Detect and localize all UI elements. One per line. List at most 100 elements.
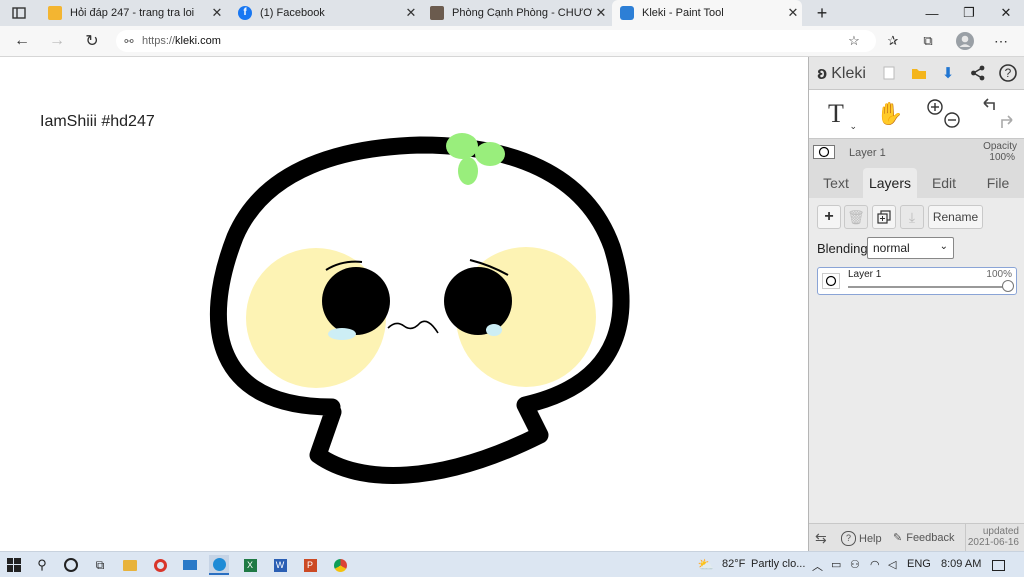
right-eye — [444, 267, 512, 335]
current-layer-name: Layer 1 — [849, 147, 886, 159]
search-button[interactable]: ⚲ — [32, 555, 52, 575]
minimize-button[interactable]: — — [914, 0, 950, 26]
merge-down-button[interactable]: ⤓ — [900, 205, 924, 229]
new-tab-button[interactable]: + — [804, 0, 840, 26]
powerpoint-icon: P — [303, 558, 317, 572]
people-icon[interactable]: ⚇ — [850, 558, 860, 571]
file-explorer-button[interactable] — [120, 555, 140, 575]
powerpoint-button[interactable]: P — [300, 555, 320, 575]
favorites-button[interactable]: ✰ — [882, 30, 904, 52]
edge-taskbar-button[interactable] — [209, 555, 229, 575]
tab-actions-icon — [12, 7, 26, 19]
help-link[interactable]: ? Help — [841, 531, 882, 546]
swap-sides-button[interactable]: ⇆ — [815, 530, 827, 547]
tab-actions-button[interactable] — [0, 0, 38, 26]
close-tab-button[interactable]: ✕ — [784, 5, 802, 21]
window-close-button[interactable]: ✕ — [988, 0, 1024, 26]
close-tab-button[interactable]: ✕ — [402, 5, 420, 21]
opacity-value: 100% — [989, 152, 1015, 163]
help-button[interactable]: ? — [998, 63, 1018, 83]
profile-button[interactable] — [954, 30, 976, 52]
download-icon: ⬇ — [941, 65, 955, 82]
tab-edit[interactable]: Edit — [917, 168, 971, 198]
panel-header: ʚ Kleki ⬇ ? — [809, 57, 1024, 90]
browser-tab-hoidap[interactable]: Hỏi đáp 247 - trang tra loi ✕ — [40, 0, 226, 26]
battery-icon[interactable]: ▭ — [831, 558, 841, 571]
layer-thumbnail-icon — [813, 145, 835, 159]
browser-tab-facebook[interactable]: f (1) Facebook ✕ — [230, 0, 420, 26]
start-button[interactable] — [4, 555, 24, 575]
chevron-down-icon: ⌄ — [939, 241, 948, 252]
layer-opacity-handle[interactable] — [1002, 280, 1014, 292]
drawing-canvas[interactable]: IamShiii #hd247 — [0, 57, 807, 551]
weather-widget[interactable]: ⛅ — [696, 555, 716, 575]
partly-cloudy-icon: ⛅ — [697, 557, 715, 572]
refresh-button[interactable]: ↻ — [81, 30, 103, 52]
close-tab-button[interactable]: ✕ — [592, 5, 610, 21]
chrome-red-app-button[interactable] — [150, 555, 170, 575]
browser-tab-phong[interactable]: Phòng Cạnh Phòng - CHƯƠNG 8 ✕ — [422, 0, 610, 26]
kleki-logo: ʚ Kleki — [817, 63, 866, 84]
cortana-button[interactable] — [61, 555, 81, 575]
phong-favicon-icon — [430, 6, 444, 20]
hand-tool-button[interactable]: ✋ — [863, 90, 917, 138]
word-button[interactable]: W — [270, 555, 290, 575]
open-file-button[interactable] — [909, 63, 929, 83]
layer-opacity-slider[interactable] — [848, 286, 1008, 288]
notifications-button[interactable] — [988, 555, 1008, 575]
left-eye — [322, 267, 390, 335]
volume-icon[interactable]: ◁ — [888, 558, 896, 571]
tray-overflow-button[interactable]: ︿ — [812, 558, 823, 574]
browser-tab-bar: Hỏi đáp 247 - trang tra loi ✕ f (1) Face… — [0, 0, 1024, 26]
star-plus-icon: ☆ — [848, 33, 860, 48]
weather-temp: 82°F — [722, 558, 746, 570]
new-page-icon — [883, 66, 895, 80]
monitor-app-button[interactable] — [180, 555, 200, 575]
delete-layer-button[interactable]: 🗑 — [844, 205, 868, 229]
download-button[interactable]: ⬇ — [938, 63, 958, 83]
maximize-button[interactable]: ❐ — [951, 0, 987, 26]
duplicate-layer-button[interactable] — [872, 205, 896, 229]
weather-text: Partly clo... — [751, 558, 806, 570]
task-view-button[interactable]: ⧉ — [90, 555, 110, 575]
tab-text[interactable]: Text — [809, 168, 863, 198]
help-circle-icon: ? — [841, 531, 856, 546]
zoom-buttons[interactable] — [917, 90, 971, 138]
share-button[interactable] — [968, 63, 988, 83]
kleki-logo-text: Kleki — [831, 64, 866, 82]
text-tool-button[interactable]: T ⌄ — [809, 90, 863, 138]
more-menu-button[interactable]: ⋯ — [990, 30, 1012, 52]
rename-layer-button[interactable]: Rename — [928, 205, 983, 229]
feedback-link[interactable]: ✎ Feedback — [893, 531, 955, 545]
add-favorite-button[interactable]: ☆ — [843, 30, 865, 52]
windows-taskbar: ⚲ ⧉ X W P ⛅ 82°F Partly clo... ︿ ▭ ⚇ ◠ ◁… — [0, 551, 1024, 577]
excel-icon: X — [243, 558, 257, 572]
blending-value: normal — [873, 241, 910, 255]
tab-layers[interactable]: Layers — [863, 168, 917, 198]
layers-panel: + 🗑 ⤓ Rename Blending normal ⌄ Layer 1 1… — [809, 198, 1024, 523]
layer-list-item[interactable]: Layer 1 100% — [817, 267, 1017, 295]
undo-redo-buttons[interactable] — [971, 90, 1024, 138]
svg-text:?: ? — [1005, 66, 1012, 80]
help-label: Help — [859, 532, 882, 545]
blending-label: Blending — [817, 241, 868, 256]
back-button[interactable]: ← — [11, 30, 33, 52]
language-indicator[interactable]: ENG — [907, 558, 931, 570]
add-layer-button[interactable]: + — [817, 205, 841, 229]
chrome-button[interactable] — [330, 555, 350, 575]
pencil-icon: ✎ — [893, 532, 903, 544]
clock[interactable]: 8:09 AM — [941, 558, 981, 570]
swap-icon: ⇆ — [815, 530, 827, 546]
edge-icon — [212, 557, 226, 571]
collections-button[interactable]: ⧉ — [917, 30, 939, 52]
browser-tab-kleki[interactable]: Kleki - Paint Tool ✕ — [612, 0, 802, 26]
blending-select[interactable]: normal ⌄ — [867, 237, 954, 259]
close-tab-button[interactable]: ✕ — [208, 5, 226, 21]
wifi-icon[interactable]: ◠ — [870, 558, 880, 571]
address-bar[interactable]: ⚯ https://kleki.com — [116, 30, 876, 52]
new-image-button[interactable] — [879, 63, 899, 83]
excel-button[interactable]: X — [240, 555, 260, 575]
text-tool-label: T — [828, 99, 844, 128]
tab-file[interactable]: File — [971, 168, 1024, 198]
forward-button[interactable]: → — [46, 30, 68, 52]
